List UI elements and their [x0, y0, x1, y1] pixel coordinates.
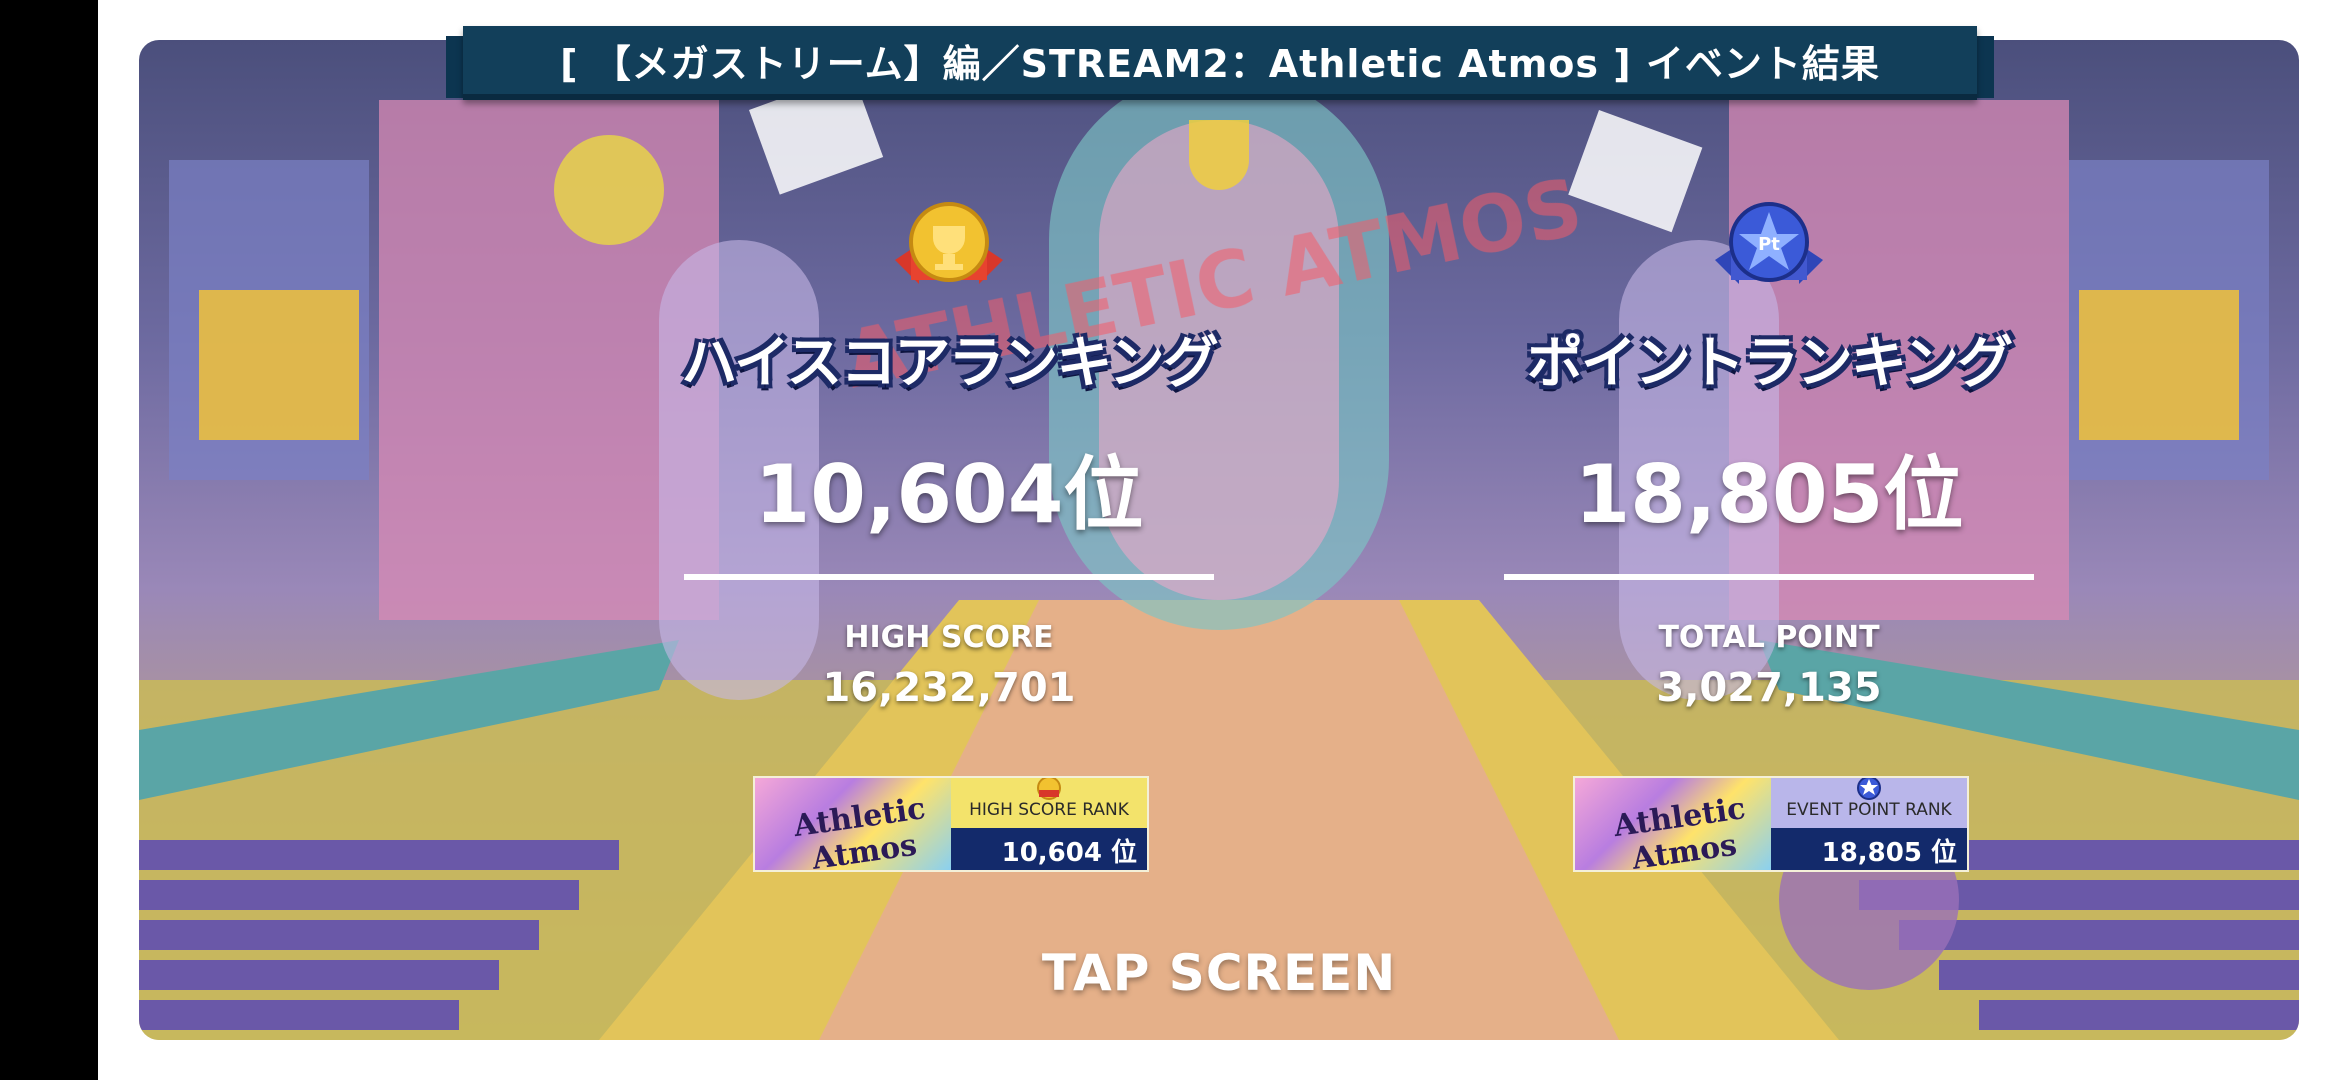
highscore-rank-badge: Athletic Atmos HIGH SCORE RANK 10,604 位	[753, 776, 1149, 872]
divider	[1504, 574, 2034, 580]
svg-text:Pt: Pt	[1758, 234, 1780, 255]
gold-trophy-medal-icon	[895, 202, 1003, 284]
event-art-text: Athletic Atmos	[791, 791, 928, 872]
stat-label: HIGH SCORE	[844, 620, 1054, 655]
event-result-screen[interactable]: ATHLETIC ATMOS ハイスコアランキング 10,604位 HIGH S…	[139, 40, 2299, 1040]
badge-label: HIGH SCORE RANK	[969, 800, 1129, 820]
highscore-ranking-panel: ハイスコアランキング 10,604位 HIGH SCORE 16,232,701…	[679, 40, 1219, 1040]
rank-value: 18,805位	[1574, 448, 1964, 541]
ranking-title: ポイントランキング	[1526, 331, 2013, 396]
pt-star-icon	[1857, 778, 1881, 800]
stat-label: TOTAL POINT	[1658, 620, 1880, 655]
event-art: Athletic Atmos	[1575, 778, 1771, 870]
rank-value: 10,604位	[754, 448, 1144, 541]
badge-label: EVENT POINT RANK	[1786, 800, 1952, 820]
ranking-title: ハイスコアランキング	[681, 331, 1219, 396]
stat-value: 3,027,135	[1656, 665, 1882, 711]
point-ranking-panel: Pt ポイントランキング 18,805位 TOTAL POINT 3,027,1…	[1499, 40, 2039, 1040]
blue-pt-star-medal-icon: Pt	[1715, 202, 1823, 284]
badge-rank: 10,604 位	[1001, 838, 1137, 868]
left-black-bar	[0, 0, 98, 1080]
tap-screen-prompt[interactable]: TAP SCREEN	[139, 944, 2299, 1002]
event-art: Athletic Atmos	[755, 778, 951, 870]
trophy-icon	[1037, 778, 1061, 800]
badge-rank: 18,805 位	[1821, 838, 1957, 868]
event-result-title: [ 【メガストリーム】編／STREAM2：Athletic Atmos ] イベ…	[463, 26, 1977, 100]
divider	[684, 574, 1214, 580]
event-point-rank-badge: Athletic Atmos EVENT POINT RANK 18,805 位	[1573, 776, 1969, 872]
stat-value: 16,232,701	[822, 665, 1076, 711]
event-art-text: Athletic Atmos	[1611, 791, 1748, 872]
